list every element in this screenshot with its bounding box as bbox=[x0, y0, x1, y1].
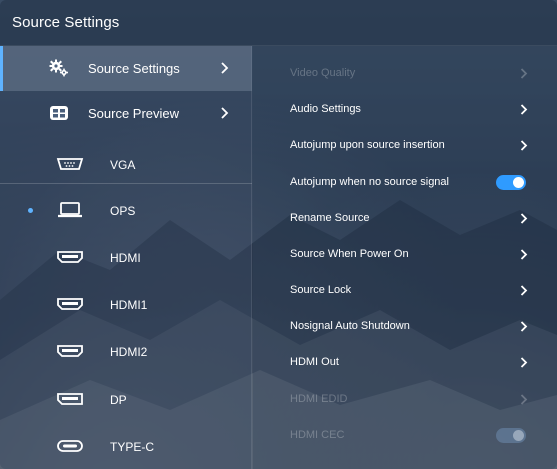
setting-hdmi-cec: HDMI CEC bbox=[253, 418, 557, 454]
chevron-right-icon bbox=[520, 213, 528, 224]
setting-rename-source[interactable]: Rename Source bbox=[253, 201, 557, 237]
title-bar: Source Settings bbox=[0, 0, 557, 46]
setting-video-quality: Video Quality bbox=[253, 56, 557, 92]
menu-item-label: Source Preview bbox=[88, 106, 180, 121]
settings-panel: Video Quality Audio Settings Autojump up… bbox=[253, 46, 557, 469]
window-title: Source Settings bbox=[12, 14, 120, 31]
setting-label: Audio Settings bbox=[290, 103, 361, 115]
source-item-dp[interactable]: DP bbox=[0, 377, 252, 423]
chevron-right-icon bbox=[221, 107, 229, 119]
gear-icon bbox=[49, 59, 68, 77]
chevron-right-icon bbox=[520, 68, 528, 79]
setting-audio-settings[interactable]: Audio Settings bbox=[253, 92, 557, 128]
source-item-vga[interactable]: VGA bbox=[0, 142, 252, 188]
setting-label: HDMI Out bbox=[290, 356, 339, 368]
chevron-right-icon bbox=[520, 321, 528, 332]
ops-laptop-icon bbox=[58, 202, 82, 218]
setting-source-lock[interactable]: Source Lock bbox=[253, 273, 557, 309]
setting-label: Autojump upon source insertion bbox=[290, 139, 445, 151]
left-panel: Source Settings Source Preview VGA OPS H… bbox=[0, 46, 252, 469]
setting-nosignal-shutdown[interactable]: Nosignal Auto Shutdown bbox=[253, 309, 557, 345]
setting-label: Video Quality bbox=[290, 67, 356, 79]
chevron-right-icon bbox=[520, 394, 528, 405]
setting-autojump-no-signal: Autojump when no source signal bbox=[253, 165, 557, 201]
source-label: HDMI bbox=[110, 251, 141, 265]
setting-label: HDMI EDID bbox=[290, 393, 348, 405]
menu-item-source-preview[interactable]: Source Preview bbox=[0, 91, 252, 136]
hdmi-icon bbox=[57, 298, 83, 310]
hdmi-icon bbox=[57, 345, 83, 357]
setting-label: Source When Power On bbox=[290, 248, 409, 260]
hdmi-cec-toggle bbox=[496, 428, 526, 443]
source-label: HDMI1 bbox=[110, 298, 148, 312]
toggle-knob bbox=[513, 177, 524, 188]
source-label: VGA bbox=[110, 158, 136, 172]
source-label: DP bbox=[110, 393, 127, 407]
type-c-icon bbox=[57, 440, 83, 452]
setting-source-power-on[interactable]: Source When Power On bbox=[253, 237, 557, 273]
source-item-hdmi2[interactable]: HDMI2 bbox=[0, 329, 252, 375]
vga-icon bbox=[56, 158, 84, 170]
displayport-icon bbox=[57, 393, 83, 405]
source-label: OPS bbox=[110, 204, 136, 218]
chevron-right-icon bbox=[520, 104, 528, 115]
setting-label: Autojump when no source signal bbox=[290, 176, 449, 188]
hdmi-icon bbox=[57, 251, 83, 263]
source-item-type-c[interactable]: TYPE-C bbox=[0, 424, 252, 469]
menu-item-label: Source Settings bbox=[88, 61, 180, 76]
chevron-right-icon bbox=[520, 357, 528, 368]
source-item-hdmi[interactable]: HDMI bbox=[0, 235, 252, 281]
current-source-indicator bbox=[28, 208, 33, 213]
setting-label: Source Lock bbox=[290, 284, 352, 296]
menu-item-source-settings[interactable]: Source Settings bbox=[0, 46, 252, 91]
autojump-no-signal-toggle[interactable] bbox=[496, 175, 526, 190]
source-item-ops[interactable]: OPS bbox=[0, 188, 252, 234]
setting-label: HDMI CEC bbox=[290, 429, 345, 441]
setting-hdmi-out[interactable]: HDMI Out bbox=[253, 345, 557, 381]
setting-autojump-insertion[interactable]: Autojump upon source insertion bbox=[253, 128, 557, 164]
source-settings-window: Source Settings Source Settings Source P… bbox=[0, 0, 557, 469]
toggle-knob bbox=[513, 430, 524, 441]
setting-hdmi-edid: HDMI EDID bbox=[253, 382, 557, 418]
chevron-right-icon bbox=[221, 62, 229, 74]
chevron-right-icon bbox=[520, 140, 528, 151]
source-label: TYPE-C bbox=[110, 440, 155, 454]
chevron-right-icon bbox=[520, 249, 528, 260]
setting-label: Nosignal Auto Shutdown bbox=[290, 320, 410, 332]
preview-icon bbox=[50, 106, 68, 120]
source-item-hdmi1[interactable]: HDMI1 bbox=[0, 282, 252, 328]
source-label: HDMI2 bbox=[110, 345, 148, 359]
chevron-right-icon bbox=[520, 285, 528, 296]
setting-label: Rename Source bbox=[290, 212, 370, 224]
